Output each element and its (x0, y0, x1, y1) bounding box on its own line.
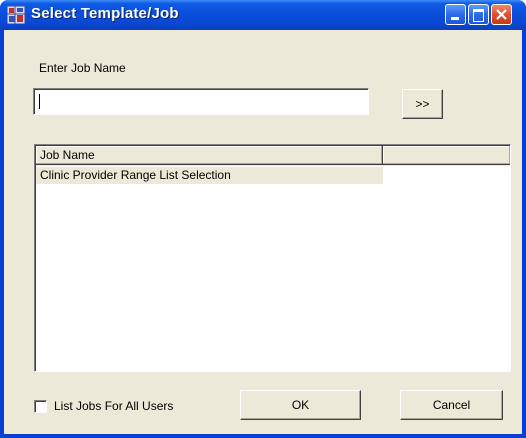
all-users-checkbox[interactable] (34, 400, 47, 413)
cancel-button[interactable]: Cancel (400, 390, 503, 420)
job-name-label: Enter Job Name (39, 61, 126, 75)
column-header-job-name[interactable]: Job Name (36, 146, 383, 165)
text-caret (39, 94, 40, 109)
app-window-icon (7, 6, 25, 24)
search-go-button[interactable]: >> (402, 89, 443, 119)
list-item[interactable]: Clinic Provider Range List Selection (36, 167, 383, 184)
list-header: Job Name (36, 146, 510, 166)
window-title: Select Template/Job (31, 5, 179, 22)
minimize-icon[interactable] (445, 4, 466, 25)
job-list[interactable]: Job Name Clinic Provider Range List Sele… (34, 144, 511, 372)
maximize-icon[interactable] (468, 4, 489, 25)
column-header-blank[interactable] (383, 146, 510, 165)
all-users-label[interactable]: List Jobs For All Users (54, 399, 173, 413)
title-bar[interactable]: Select Template/Job (0, 0, 526, 30)
job-name-input[interactable] (33, 88, 369, 115)
dialog-body: Enter Job Name >> Job Name Clinic Provid… (4, 30, 522, 434)
ok-button[interactable]: OK (240, 390, 361, 420)
close-icon[interactable] (491, 4, 512, 25)
dialog-window: Select Template/Job Enter Job Name >> Jo… (0, 0, 526, 438)
